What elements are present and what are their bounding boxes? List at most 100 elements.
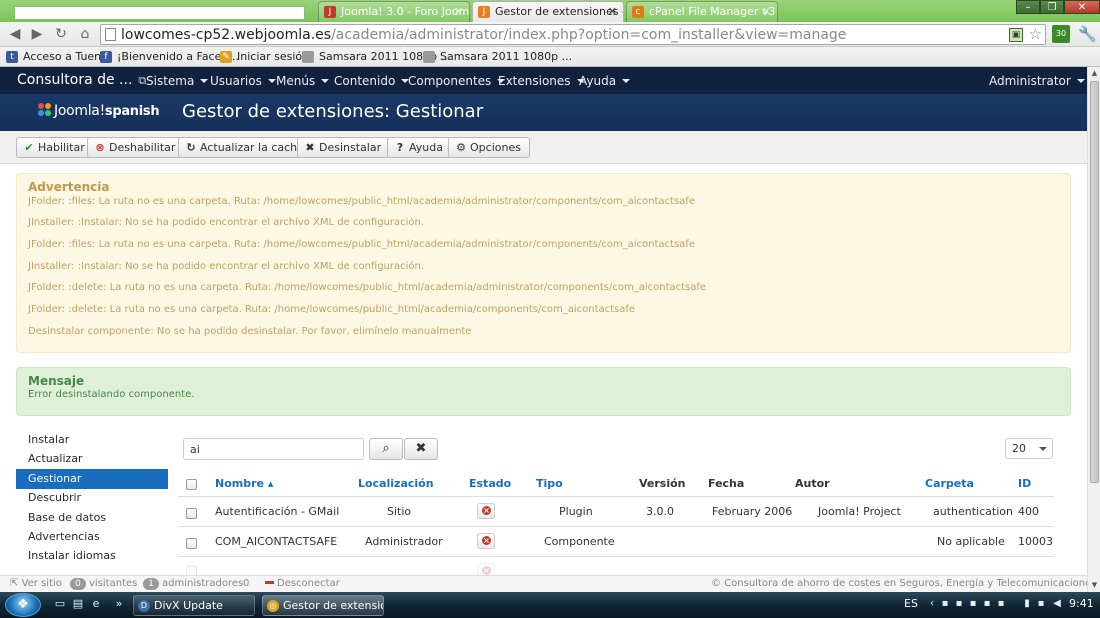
home-icon[interactable]: ⌂ xyxy=(76,25,94,43)
menu-menus[interactable]: Menús xyxy=(276,73,329,89)
list-limit-select[interactable]: 20 xyxy=(1005,438,1053,459)
internet-explorer-icon[interactable]: e xyxy=(89,598,103,610)
vertical-scrollbar[interactable]: ▲ ▼ xyxy=(1087,67,1100,592)
clear-search-button[interactable]: ✖ xyxy=(404,438,438,460)
help-icon: ? xyxy=(396,141,404,154)
visitors-label: visitantes xyxy=(89,578,138,589)
back-icon[interactable]: ◀ xyxy=(6,25,24,43)
forward-icon[interactable]: ▶ xyxy=(28,25,46,43)
row-checkbox[interactable] xyxy=(186,508,197,519)
column-label: Nombre xyxy=(215,477,264,490)
menu-sistema[interactable]: Sistema xyxy=(146,73,208,89)
user-menu[interactable]: Administrator xyxy=(989,73,1085,89)
tab-extension-manager[interactable]: J Gestor de extensiones - Gestionar ✕ xyxy=(472,1,624,22)
minimize-icon[interactable]: – xyxy=(1016,0,1040,14)
new-tab-field[interactable] xyxy=(14,6,305,20)
tray-app-icon[interactable]: ▪ xyxy=(954,598,964,610)
sidebar-item-base-de-datos[interactable]: Base de datos xyxy=(16,508,168,528)
search-icon: ⌕ xyxy=(382,441,390,456)
sidebar-item-advertencias[interactable]: Advertencias xyxy=(16,527,168,547)
tray-app-icon[interactable]: ▪ xyxy=(1036,598,1046,610)
search-input[interactable] xyxy=(183,438,364,460)
star-icon[interactable]: ☆ xyxy=(1029,25,1042,44)
sidebar-item-gestionar[interactable]: Gestionar xyxy=(16,469,168,489)
logo-text: Joomla! xyxy=(54,103,105,119)
button-label: Ayuda xyxy=(409,141,443,154)
clock[interactable]: 9:41 xyxy=(1069,597,1094,611)
sidebar-item-descubrir[interactable]: Descubrir xyxy=(16,488,168,508)
sidebar-item-instalar-idiomas[interactable]: Instalar idiomas xyxy=(16,546,168,566)
tray-app-icon[interactable]: ▪ xyxy=(940,598,950,610)
disable-button[interactable]: ⊗ Deshabilitar xyxy=(87,137,185,158)
enable-button[interactable]: ✔ Habilitar xyxy=(16,137,94,158)
menu-usuarios[interactable]: Usuarios xyxy=(210,73,276,89)
column-header-nombre[interactable]: Nombre ▴ xyxy=(215,477,273,491)
bookmark-label: Samsara 2011 1080p ... xyxy=(440,50,573,63)
extension-badge-icon[interactable]: 30 xyxy=(1052,25,1070,43)
wrench-icon[interactable]: 🔧 xyxy=(1078,25,1097,43)
tab-strip: J Joomla! 3.0 - Foro Joomla! ✕ J Gestor … xyxy=(0,0,1100,22)
refresh-icon: ↻ xyxy=(186,141,196,154)
menu-contenido[interactable]: Contenido xyxy=(334,73,409,89)
refresh-cache-button[interactable]: ↻ Actualizar la caché xyxy=(178,137,313,158)
uninstall-button[interactable]: ✖ Desinstalar xyxy=(297,137,391,158)
tab-joomla-forum[interactable]: J Joomla! 3.0 - Foro Joomla! ✕ xyxy=(318,1,470,22)
menu-ayuda[interactable]: Ayuda xyxy=(579,73,630,89)
row-divider xyxy=(178,556,1054,557)
column-header-version: Versión xyxy=(639,477,686,490)
scroll-up-icon[interactable]: ▲ xyxy=(1088,67,1100,79)
start-button[interactable] xyxy=(5,593,41,617)
menu-extensiones[interactable]: Extensiones xyxy=(498,73,585,89)
scroll-down-icon[interactable]: ▼ xyxy=(1088,579,1100,591)
logout-link[interactable]: Desconectar xyxy=(265,576,340,592)
close-icon[interactable]: ✕ xyxy=(454,2,463,22)
sidebar-item-actualizar[interactable]: Actualizar xyxy=(16,449,168,469)
tray-app-icon[interactable]: ▪ xyxy=(996,598,1006,610)
bookmark-login[interactable]: ✎ Iniciar sesión xyxy=(220,49,309,65)
sidebar-item-instalar[interactable]: Instalar xyxy=(16,430,168,450)
bookmark-tuenti[interactable]: t Acceso a Tuenti xyxy=(6,49,109,65)
tab-cpanel[interactable]: c cPanel File Manager v3 ✕ xyxy=(626,1,778,22)
scrollbar-thumb[interactable] xyxy=(1090,81,1099,483)
menu-componentes[interactable]: Componentes xyxy=(408,73,505,89)
taskbar-label: DivX Update xyxy=(154,599,223,612)
show-desktop-icon[interactable]: ▭ xyxy=(53,598,67,610)
volume-icon[interactable]: ◀ xyxy=(1052,598,1062,610)
page-title: Gestor de extensiones: Gestionar xyxy=(182,101,484,122)
language-indicator[interactable]: ES xyxy=(904,597,918,611)
tray-app-icon[interactable]: ▪ xyxy=(982,598,992,610)
maximize-icon[interactable]: ❐ xyxy=(1040,0,1064,14)
explorer-icon[interactable]: ▤ xyxy=(71,598,85,610)
bookmark-samsara-2[interactable]: Samsara 2011 1080p ... xyxy=(423,49,572,65)
url-text[interactable]: lowcomes-cp52.webjoomla.es/academia/admi… xyxy=(121,26,846,44)
column-header-id[interactable]: ID xyxy=(1018,477,1031,491)
column-header-localizacion[interactable]: Localización xyxy=(358,477,434,491)
taskbar-divx-update[interactable]: D DivX Update xyxy=(133,595,255,616)
copyright-text: © Consultora de ahorro de costes en Segu… xyxy=(711,578,1100,589)
address-bar[interactable]: lowcomes-cp52.webjoomla.es/academia/admi… xyxy=(100,24,1046,45)
taskbar-chrome[interactable]: ◎ Gestor de extension... xyxy=(262,595,384,616)
search-button[interactable]: ⌕ xyxy=(369,438,403,460)
row-checkbox[interactable] xyxy=(186,538,197,549)
column-header-estado[interactable]: Estado xyxy=(469,477,511,491)
quicklaunch-more-icon[interactable]: » xyxy=(112,598,126,610)
reload-icon[interactable]: ↻ xyxy=(52,25,70,43)
joomla-icon: J xyxy=(478,6,490,18)
status-disabled-icon[interactable] xyxy=(477,503,495,519)
select-all-checkbox[interactable] xyxy=(186,479,197,490)
network-icon[interactable]: ▮ xyxy=(1022,598,1032,610)
tray-expand-icon[interactable]: ‹ xyxy=(927,598,937,610)
bookmark-facebook[interactable]: f ¡Bienvenido a Faceb... xyxy=(100,49,239,65)
status-disabled-icon[interactable] xyxy=(477,533,495,549)
column-header-carpeta[interactable]: Carpeta xyxy=(925,477,974,491)
site-brand-link[interactable]: Consultora de ... ⧉ xyxy=(17,71,146,90)
window-close-icon[interactable]: ✕ xyxy=(1064,0,1100,14)
close-icon[interactable]: ✕ xyxy=(608,2,617,22)
options-button[interactable]: ⚙ Opciones xyxy=(448,137,530,158)
view-site-link[interactable]: ⇱ Ver sitio xyxy=(10,576,62,592)
extension-icon[interactable]: ▣ xyxy=(1009,28,1023,42)
close-icon[interactable]: ✕ xyxy=(762,2,771,22)
help-button[interactable]: ? Ayuda xyxy=(387,137,452,158)
tray-app-icon[interactable]: ▪ xyxy=(968,598,978,610)
column-header-tipo[interactable]: Tipo xyxy=(536,477,563,491)
